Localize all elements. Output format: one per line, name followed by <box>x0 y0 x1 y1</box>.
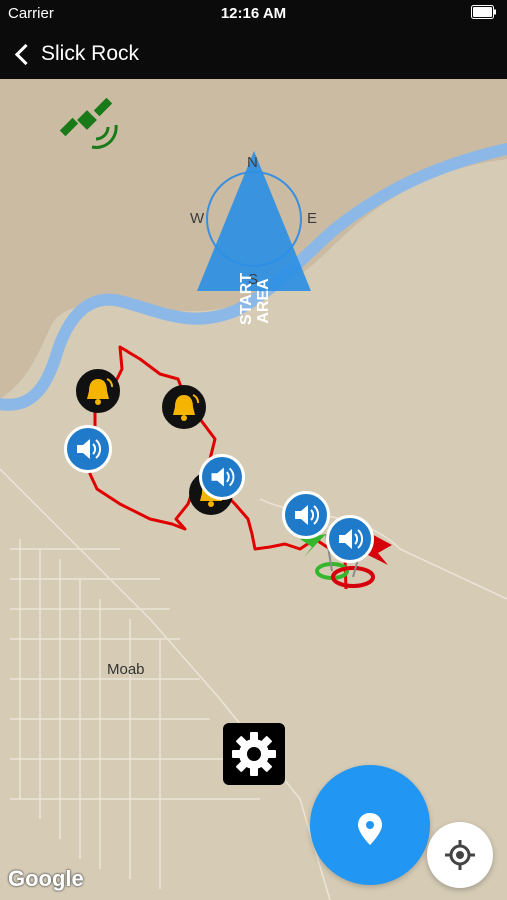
status-time: 12:16 AM <box>220 5 287 22</box>
start-area-label[interactable]: START AREA <box>238 272 272 325</box>
settings-button[interactable] <box>223 723 285 785</box>
start-area-line2: AREA <box>255 278 272 324</box>
map-pin-icon <box>358 813 382 845</box>
battery-icon <box>471 5 497 23</box>
compass-west: W <box>190 210 205 227</box>
speaker-icon[interactable] <box>326 515 374 563</box>
start-area-line1: START <box>238 272 255 325</box>
speaker-icon[interactable] <box>64 425 112 473</box>
locate-button[interactable] <box>427 822 493 888</box>
town-label: Moab <box>107 661 145 678</box>
map-pin-fab[interactable] <box>310 765 430 885</box>
compass-east: E <box>307 210 318 227</box>
gear-icon <box>232 732 276 776</box>
back-button[interactable]: Slick Rock <box>10 36 139 72</box>
navigation-bar: Slick Rock <box>0 28 507 79</box>
chevron-left-icon <box>14 43 37 65</box>
nav-title: Slick Rock <box>41 42 140 65</box>
speaker-icon[interactable] <box>282 491 330 539</box>
status-bar: Carrier 12:16 AM <box>0 0 507 28</box>
bell-icon[interactable] <box>162 385 206 429</box>
bell-icon[interactable] <box>76 369 120 413</box>
compass-north: N <box>247 154 258 171</box>
google-attribution: Google <box>8 866 84 891</box>
speaker-icon[interactable] <box>199 454 245 500</box>
crosshair-icon <box>445 840 475 870</box>
